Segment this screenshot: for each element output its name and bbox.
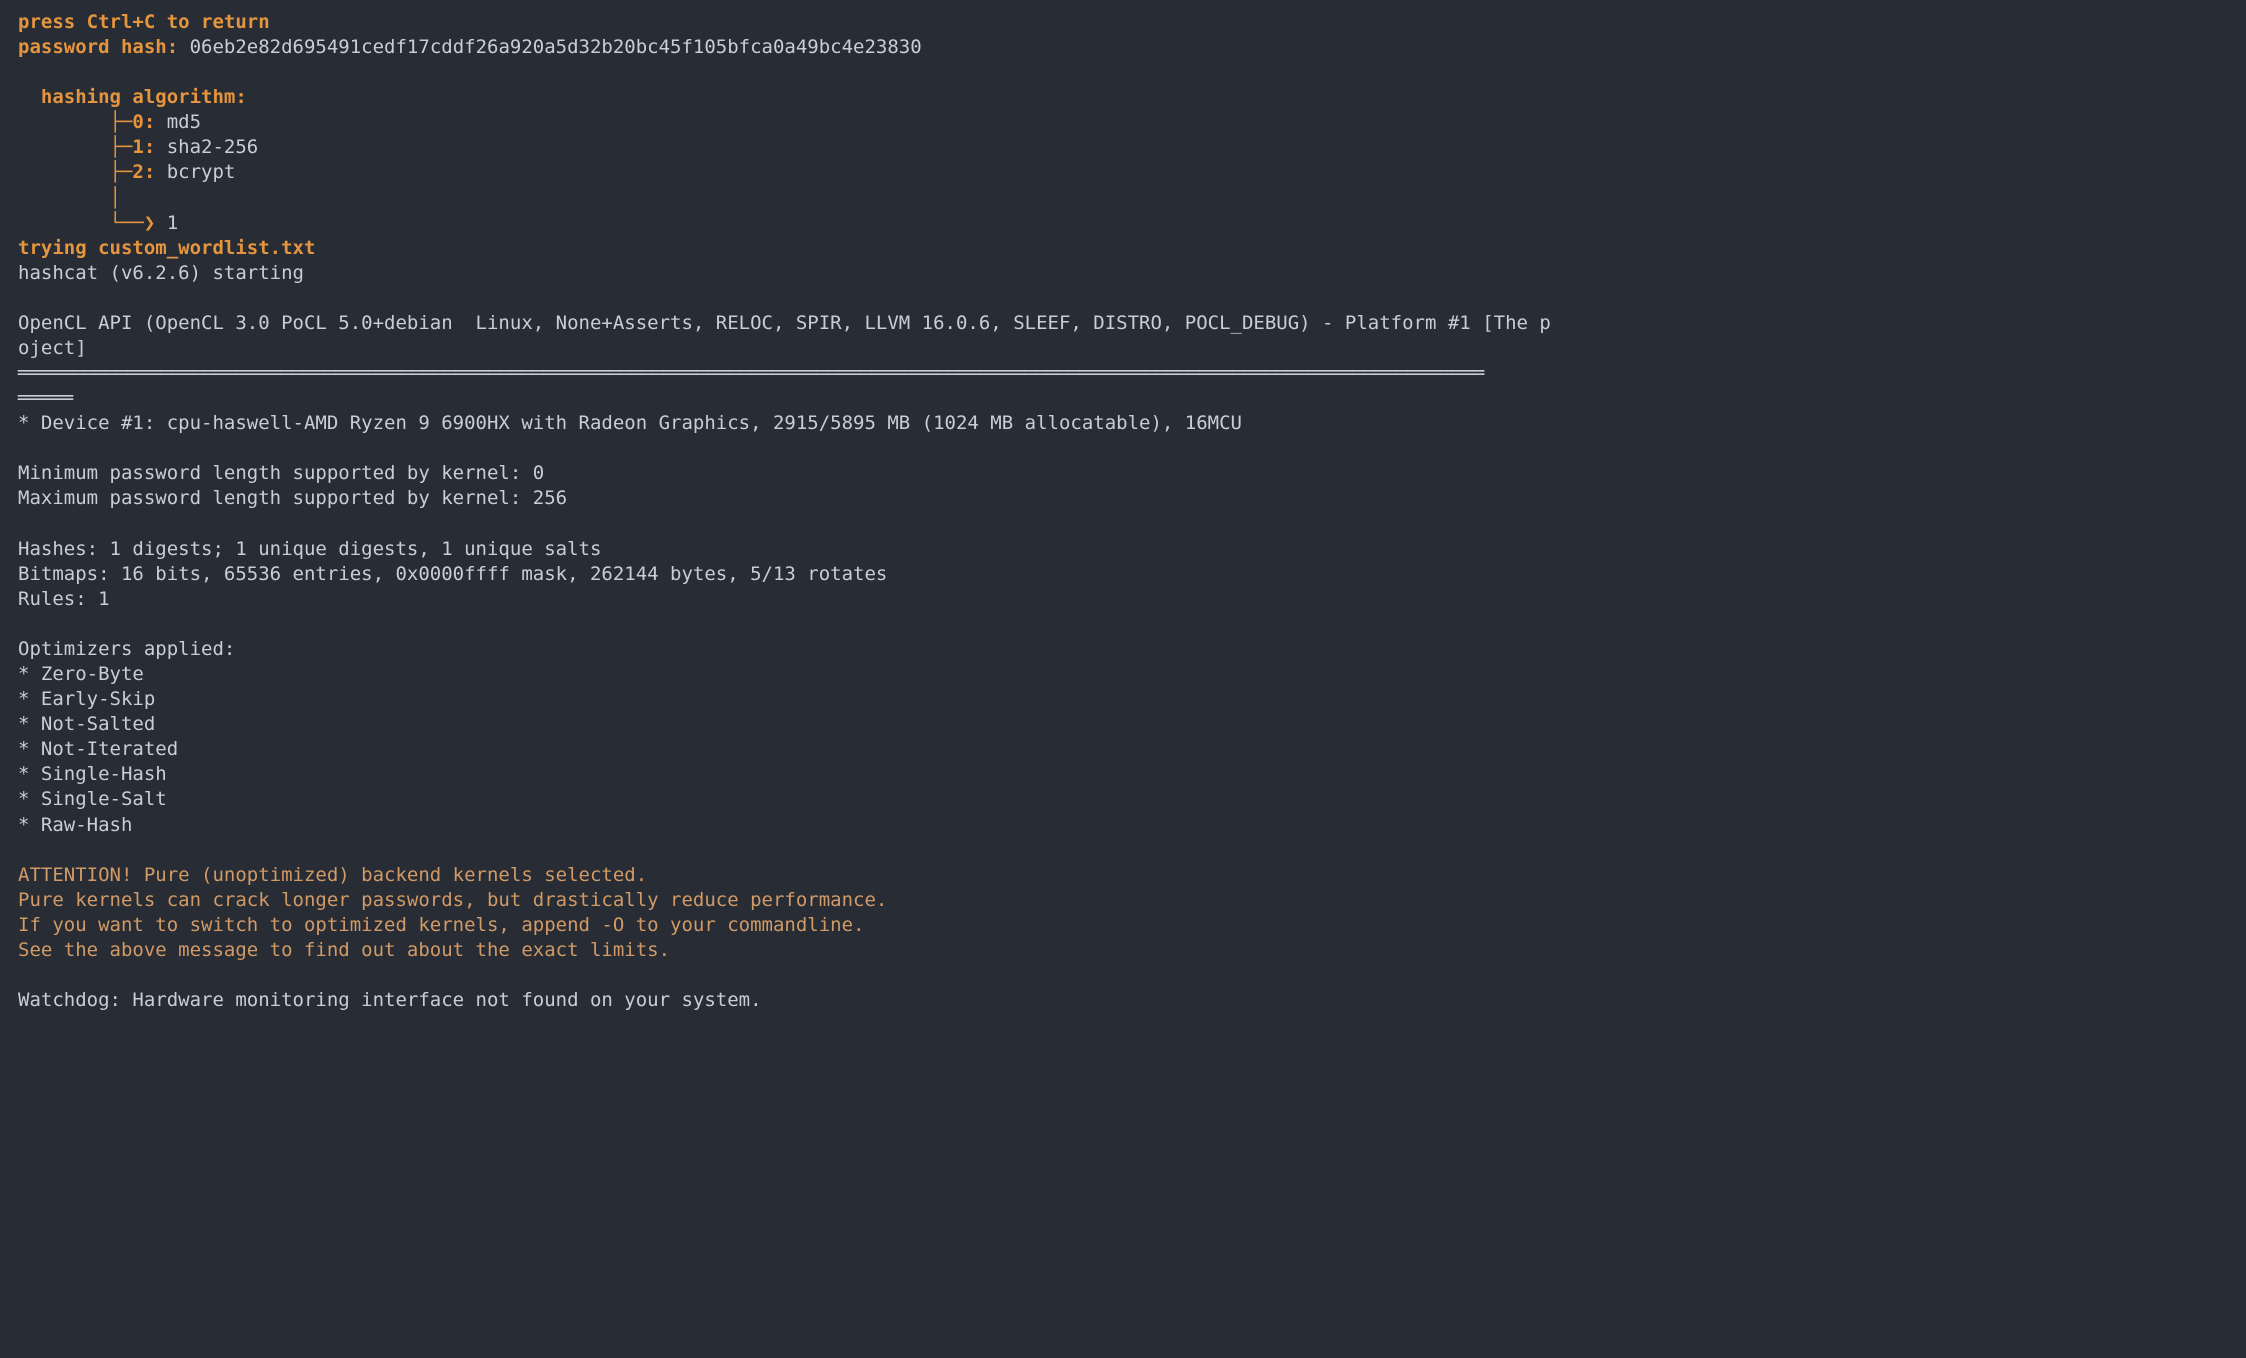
max-password-length: Maximum password length supported by ker… — [18, 486, 2228, 511]
hashes-info: Hashes: 1 digests; 1 unique digests, 1 u… — [18, 537, 2228, 562]
prompt-arrow-icon: └──❯ — [18, 212, 167, 234]
attention-line: If you want to switch to optimized kerne… — [18, 913, 2228, 938]
tree-branch-icon: ├─ — [18, 136, 132, 158]
terminal-output[interactable]: press Ctrl+C to return password hash: 06e… — [0, 0, 2246, 1358]
hash-algo-header: hashing algorithm: — [18, 86, 247, 108]
device-info: * Device #1: cpu-haswell-AMD Ryzen 9 690… — [18, 411, 2228, 436]
attention-line: Pure kernels can crack longer passwords,… — [18, 888, 2228, 913]
algo-index-1: 1: — [132, 136, 155, 158]
opencl-api-line2: oject] — [18, 336, 2228, 361]
algo-index-2: 2: — [132, 161, 155, 183]
attention-line: ATTENTION! Pure (unoptimized) backend ke… — [18, 863, 2228, 888]
password-hash-label: password hash: — [18, 36, 178, 58]
opencl-api-line1: OpenCL API (OpenCL 3.0 PoCL 5.0+debian L… — [18, 311, 2228, 336]
optimizer-item: * Single-Salt — [18, 787, 2228, 812]
trying-wordlist: trying custom_wordlist.txt — [18, 237, 315, 259]
tree-branch-icon: ├─ — [18, 161, 132, 183]
optimizers-header: Optimizers applied: — [18, 637, 2228, 662]
horizontal-rule: ════════════════════════════════════════… — [18, 361, 2228, 386]
tree-branch-icon: ├─ — [18, 111, 132, 133]
hashcat-start: hashcat (v6.2.6) starting — [18, 261, 2228, 286]
algo-name-sha2: sha2-256 — [155, 136, 258, 158]
optimizer-item: * Early-Skip — [18, 687, 2228, 712]
rules-info: Rules: 1 — [18, 587, 2228, 612]
tree-pipe-icon: │ — [18, 187, 121, 209]
optimizer-item: * Not-Salted — [18, 712, 2228, 737]
optimizer-item: * Not-Iterated — [18, 737, 2228, 762]
optimizer-item: * Single-Hash — [18, 762, 2228, 787]
min-password-length: Minimum password length supported by ker… — [18, 461, 2228, 486]
horizontal-rule: ═════ — [18, 386, 2228, 411]
attention-line: See the above message to find out about … — [18, 938, 2228, 963]
algo-name-bcrypt: bcrypt — [155, 161, 235, 183]
optimizer-item: * Zero-Byte — [18, 662, 2228, 687]
optimizer-item: * Raw-Hash — [18, 813, 2228, 838]
algo-input-value[interactable]: 1 — [167, 212, 178, 234]
password-hash-value: 06eb2e82d695491cedf17cddf26a920a5d32b20b… — [178, 36, 922, 58]
watchdog-line: Watchdog: Hardware monitoring interface … — [18, 988, 2228, 1013]
algo-index-0: 0: — [132, 111, 155, 133]
algo-name-md5: md5 — [155, 111, 201, 133]
ctrlc-hint: press Ctrl+C to return — [18, 11, 270, 33]
bitmaps-info: Bitmaps: 16 bits, 65536 entries, 0x0000f… — [18, 562, 2228, 587]
